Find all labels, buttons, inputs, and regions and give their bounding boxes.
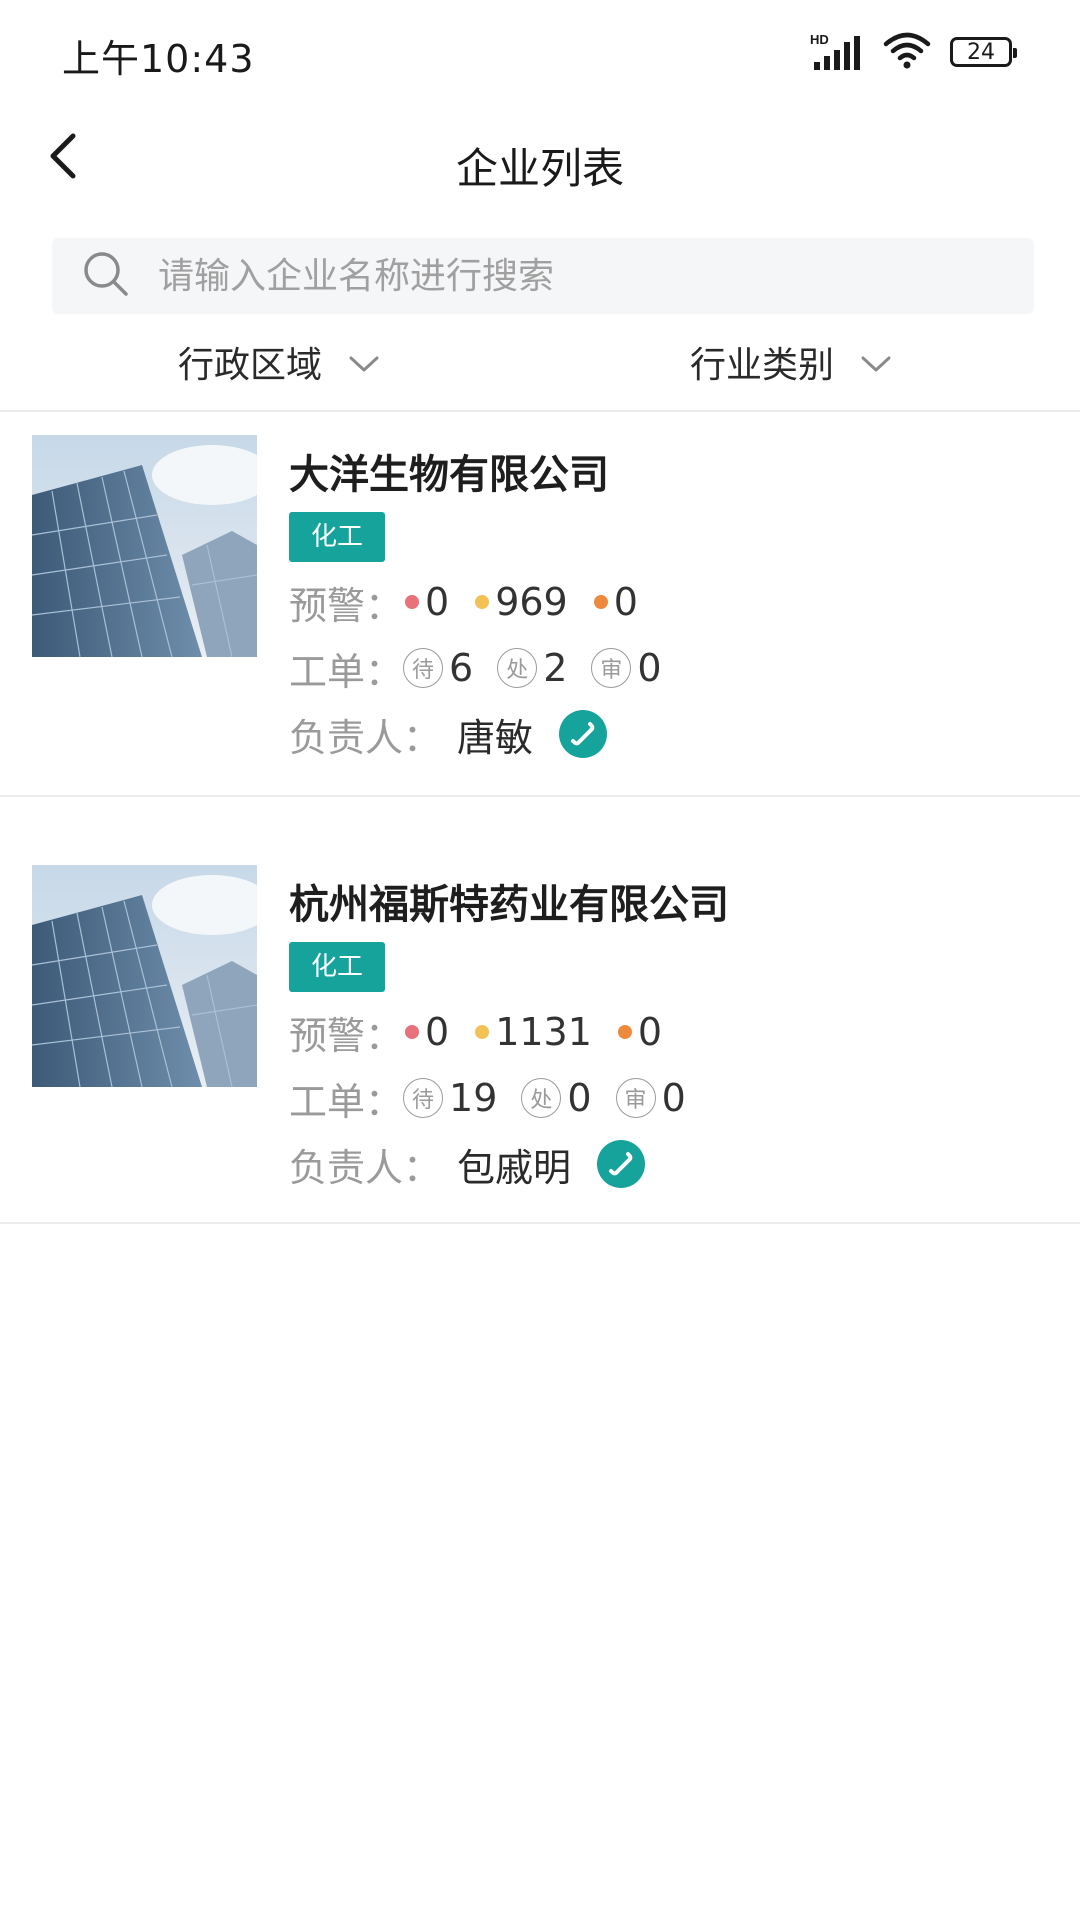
search-icon (82, 250, 130, 302)
filter-bar: 行政区域 行业类别 (0, 326, 1080, 410)
warning-orange-count: 0 (613, 580, 638, 624)
company-name[interactable]: 大洋生物有限公司 (289, 442, 662, 500)
processing-icon: 处 (497, 648, 538, 688)
filter-industry-dropdown[interactable]: 行业类别 (690, 336, 892, 388)
review-icon: 审 (591, 648, 632, 688)
chevron-down-icon (348, 342, 380, 383)
warning-yellow-count: 969 (495, 580, 568, 624)
responsible-person: 包戚明 (457, 1145, 572, 1190)
search-box[interactable] (52, 238, 1034, 314)
filter-industry-label: 行业类别 (690, 345, 835, 386)
red-dot-icon (405, 1025, 420, 1039)
company-info: 杭州福斯特药业有限公司 化工 预警： 0 1131 0 工单： 待 19 处0 审… (289, 872, 729, 1190)
yellow-dot-icon (475, 1025, 490, 1039)
status-time: 上午10:43 (62, 37, 255, 81)
processing-count: 0 (567, 1076, 592, 1120)
phone-icon (570, 712, 596, 756)
company-card[interactable]: 大洋生物有限公司 化工 预警： 0 969 0 工单： 待6 处2 审0 负责人… (0, 412, 1080, 840)
warning-label: 预警： (289, 583, 404, 628)
red-dot-icon (405, 595, 420, 609)
processing-count: 2 (543, 646, 568, 690)
page-title: 企业列表 (455, 144, 624, 193)
yellow-dot-icon (475, 595, 490, 609)
responsible-row: 负责人： 包戚明 (289, 1138, 729, 1190)
pending-icon: 待 (403, 1078, 444, 1118)
warning-row: 预警： 0 969 0 (289, 576, 662, 628)
orange-dot-icon (593, 595, 608, 609)
battery-level: 24 (967, 39, 995, 65)
battery-icon: 24 (950, 37, 1017, 67)
orange-dot-icon (617, 1025, 632, 1039)
status-icons: HD 24 (810, 30, 1017, 74)
pending-count: 19 (449, 1076, 498, 1120)
filter-region-label: 行政区域 (178, 345, 323, 386)
review-count: 0 (637, 646, 662, 690)
company-info: 大洋生物有限公司 化工 预警： 0 969 0 工单： 待6 处2 审0 负责人… (289, 442, 662, 760)
responsible-label: 负责人： (289, 1145, 442, 1190)
work-order-row: 工单： 待6 处2 审0 (289, 642, 662, 694)
hd-label: HD (810, 32, 829, 47)
work-order-row: 工单： 待 19 处0 审0 (289, 1072, 729, 1124)
review-count: 0 (661, 1076, 686, 1120)
chevron-down-icon (860, 342, 892, 383)
wifi-icon (882, 30, 932, 74)
responsible-row: 负责人： 唐敏 (289, 708, 662, 760)
warning-red-count: 0 (425, 1010, 450, 1054)
phone-call-button[interactable] (559, 710, 608, 758)
warning-row: 预警： 0 1131 0 (289, 1006, 729, 1058)
warning-red-count: 0 (425, 580, 450, 624)
warning-yellow-count: 1131 (495, 1010, 592, 1054)
warning-orange-count: 0 (637, 1010, 663, 1054)
company-name[interactable]: 杭州福斯特药业有限公司 (289, 872, 729, 930)
pending-count: 6 (449, 646, 474, 690)
review-icon: 审 (615, 1078, 656, 1118)
signal-icon: HD (810, 32, 864, 72)
phone-icon (608, 1142, 634, 1186)
processing-icon: 处 (521, 1078, 562, 1118)
responsible-person: 唐敏 (457, 715, 534, 760)
industry-tag: 化工 (289, 942, 386, 992)
industry-tag: 化工 (289, 512, 386, 562)
warning-label: 预警： (289, 1013, 404, 1058)
filter-region-dropdown[interactable]: 行政区域 (178, 336, 380, 388)
header: 企业列表 (0, 105, 1080, 225)
company-image (32, 865, 257, 1087)
company-image (32, 435, 257, 657)
company-card[interactable]: 杭州福斯特药业有限公司 化工 预警： 0 1131 0 工单： 待 19 处0 审… (0, 797, 1080, 1225)
divider (0, 1222, 1080, 1224)
status-bar: 上午10:43 HD 24 (0, 0, 1080, 105)
pending-icon: 待 (403, 648, 444, 688)
phone-call-button[interactable] (597, 1140, 646, 1188)
responsible-label: 负责人： (289, 715, 442, 760)
search-input[interactable] (158, 255, 978, 297)
work-order-label: 工单： (289, 649, 404, 694)
work-order-label: 工单： (289, 1079, 404, 1124)
